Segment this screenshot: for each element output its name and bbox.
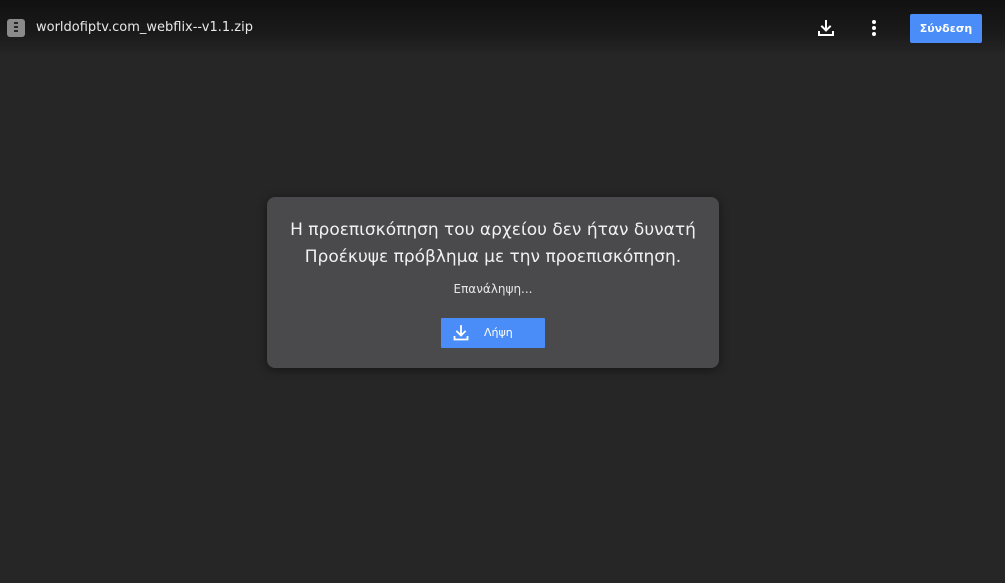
more-vert-icon [872,20,876,36]
error-message: Προέκυψε πρόβλημα με την προεπισκόπηση. [304,247,682,267]
download-icon [818,20,834,36]
download-icon [453,325,469,341]
download-label: Λήψη [484,326,513,339]
error-title: Η προεπισκόπηση του αρχείου δεν ήταν δυν… [290,220,696,240]
download-button[interactable] [812,14,840,42]
retry-link[interactable]: Επανάληψη... [267,281,719,297]
preview-error-dialog: Η προεπισκόπηση του αρχείου δεν ήταν δυν… [267,197,719,368]
file-name: worldofiptv.com_webflix--v1.1.zip [36,20,253,35]
zip-file-icon [7,19,25,37]
sign-in-button[interactable]: Σύνδεση [910,14,982,43]
download-file-button[interactable]: Λήψη [441,318,545,348]
more-options-button[interactable] [860,14,888,42]
top-toolbar: worldofiptv.com_webflix--v1.1.zip Σύνδεσ… [0,0,1005,56]
